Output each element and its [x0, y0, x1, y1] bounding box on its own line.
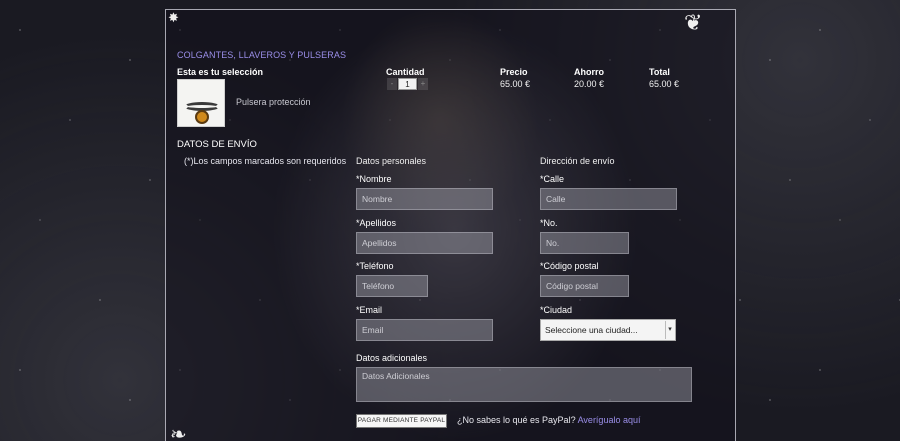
shipping-address-title: Dirección de envío [540, 156, 615, 166]
surname-label: *Apellidos [356, 218, 397, 228]
item-total: 65.00 € [649, 79, 680, 89]
item-price: 65.00 € [500, 79, 531, 89]
required-note: (*)Los campos marcados son requeridos [184, 156, 347, 166]
paypal-question: ¿No sabes lo qué es PayPal? Averígualo a… [457, 415, 640, 425]
name-field[interactable] [356, 188, 493, 210]
city-select[interactable]: Seleccione una ciudad... ▾ [540, 319, 676, 341]
price-header: Precio [500, 67, 528, 77]
star-icon: ✸ [168, 10, 179, 25]
paypal-info-link[interactable]: Averígualo aquí [578, 415, 641, 425]
paypal-question-text: ¿No sabes lo qué es PayPal? [457, 415, 576, 425]
city-label: *Ciudad [540, 305, 573, 315]
email-label: *Email [356, 305, 383, 315]
name-label: *Nombre [356, 174, 392, 184]
postal-code-label: *Código postal [540, 261, 599, 271]
number-field[interactable] [540, 232, 629, 254]
extra-data-field[interactable] [356, 367, 692, 402]
street-label: *Calle [540, 174, 565, 184]
ornament-icon: ❦ [684, 10, 703, 35]
number-label: *No. [540, 218, 558, 228]
quantity-input[interactable]: 1 [398, 78, 417, 90]
surname-field[interactable] [356, 232, 493, 254]
category-title: COLGANTES, LLAVEROS Y PULSERAS [177, 50, 347, 60]
item-saving: 20.00 € [574, 79, 605, 89]
quantity-increase-button[interactable]: + [418, 78, 428, 90]
extra-data-label: Datos adicionales [356, 353, 428, 363]
phone-label: *Teléfono [356, 261, 394, 271]
email-field[interactable] [356, 319, 493, 341]
selection-heading: Esta es tu selección [177, 67, 264, 77]
quantity-stepper: - 1 + [387, 78, 428, 90]
saving-header: Ahorro [574, 67, 604, 77]
bracelet-charm [195, 110, 209, 124]
phone-field[interactable] [356, 275, 428, 297]
ornament-icon: ❧ [170, 424, 187, 441]
product-name: Pulsera protección [236, 97, 311, 107]
chevron-down-icon: ▾ [665, 321, 674, 339]
total-header: Total [649, 67, 670, 77]
personal-data-title: Datos personales [356, 156, 427, 166]
quantity-decrease-button[interactable]: - [387, 78, 397, 90]
product-image[interactable] [177, 79, 225, 127]
street-field[interactable] [540, 188, 677, 210]
paypal-pay-button[interactable]: PAGAR MEDIANTE PAYPAL [356, 414, 447, 428]
shipping-title: DATOS DE ENVÍO [177, 139, 257, 150]
postal-code-field[interactable] [540, 275, 629, 297]
quantity-header: Cantidad [386, 67, 425, 77]
city-select-value: Seleccione una ciudad... [545, 325, 638, 335]
